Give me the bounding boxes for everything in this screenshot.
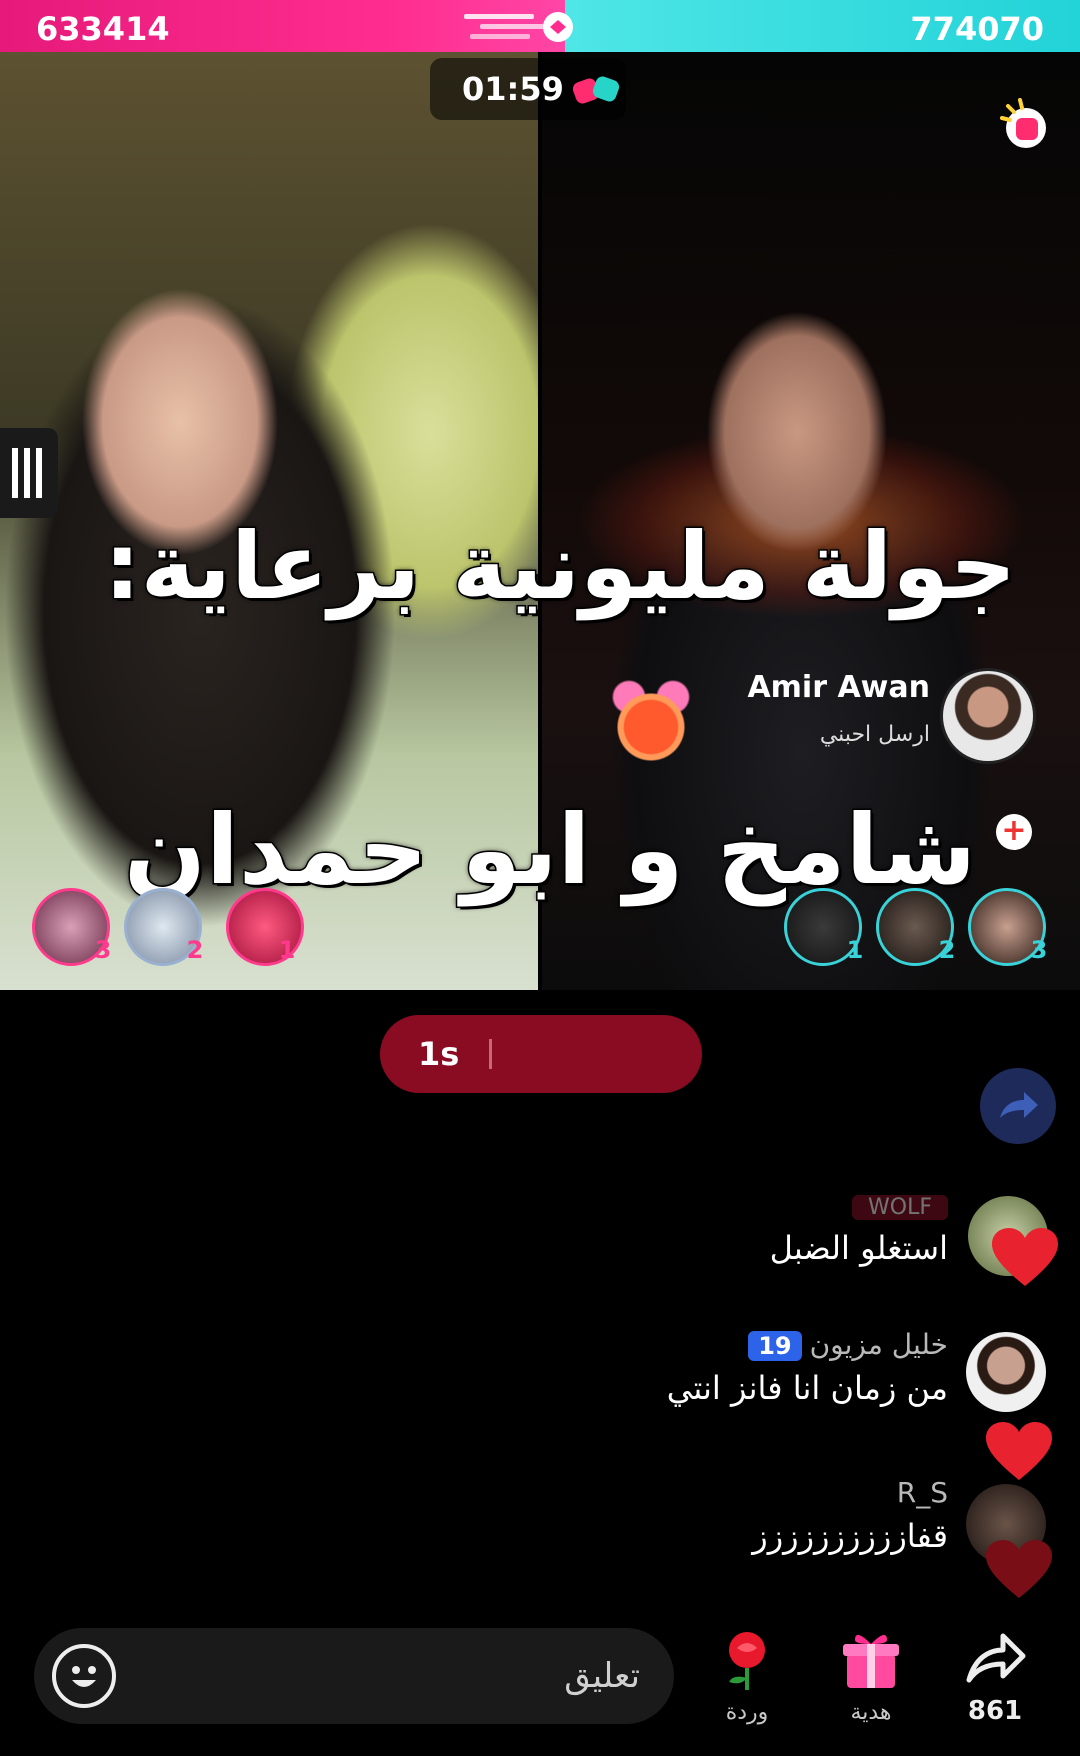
- gift-icon: [843, 1634, 899, 1688]
- left-supporter-rank: 1: [278, 936, 296, 964]
- right-supporter-rank: 2: [938, 936, 956, 964]
- right-supporter-rank: 1: [846, 936, 864, 964]
- comment-avatar[interactable]: [966, 1332, 1046, 1412]
- rose-icon: [729, 1632, 765, 1690]
- opponent-host-subtitle: ارسل احبني: [819, 722, 930, 747]
- opponent-host-avatar[interactable]: [940, 668, 1036, 764]
- emoji-icon[interactable]: [52, 1644, 116, 1708]
- booster-icon[interactable]: [996, 96, 1056, 156]
- comment-item: خليل مزيون19 من زمان انا فانز انتي: [667, 1328, 948, 1407]
- gift-label: هدية: [850, 1700, 892, 1725]
- right-score-segment: 774070: [565, 0, 1080, 52]
- rose-button[interactable]: وردة: [702, 1628, 792, 1725]
- right-supporter-rank: 3: [1030, 936, 1048, 964]
- comment-text: قفازززززززززز: [752, 1517, 948, 1555]
- heart-icon: [986, 1540, 1052, 1598]
- right-score: 774070: [910, 10, 1044, 48]
- left-supporter-rank: 2: [186, 936, 204, 964]
- result-separator: [489, 1039, 493, 1069]
- share-icon: [966, 1633, 1026, 1683]
- rose-label: وردة: [725, 1700, 769, 1725]
- left-supporter-rank: 3: [94, 936, 112, 964]
- vs-gloves-icon: [572, 76, 620, 104]
- left-score: 633414: [36, 10, 170, 48]
- comment-name: R_S: [896, 1476, 948, 1509]
- overlay-caption-line1: جولة مليونية برعاية:: [102, 512, 1017, 622]
- comment-name: خليل مزيون: [809, 1328, 948, 1361]
- timer-text: 01:59: [462, 70, 564, 108]
- battle-result-pill: 1s: [380, 1015, 702, 1093]
- heart-icon: [992, 1228, 1058, 1286]
- opponent-host-name[interactable]: Amir Awan: [710, 670, 930, 705]
- level-badge: 19: [748, 1331, 802, 1361]
- heart-icon: [986, 1422, 1052, 1480]
- share-count: 861: [967, 1696, 1023, 1726]
- share-icon[interactable]: [980, 1068, 1056, 1144]
- result-label: 1s: [418, 1035, 460, 1073]
- share-button[interactable]: 861: [950, 1628, 1040, 1726]
- speed-streak-icon: [464, 12, 573, 42]
- comment-name: WOLF: [852, 1195, 948, 1220]
- sticker-graphic: [596, 672, 706, 772]
- comment-placeholder[interactable]: تعليق: [440, 1656, 640, 1696]
- gift-button[interactable]: هدية: [826, 1628, 916, 1725]
- comment-text: من زمان انا فانز انتي: [666, 1369, 948, 1407]
- mic-icon: [0, 428, 58, 518]
- comment-text: استغلو الضبل: [769, 1229, 948, 1267]
- comment-item: R_S قفازززززززززز: [752, 1476, 948, 1555]
- overlay-caption-line2: شامخ و ابو حمدان: [123, 793, 978, 908]
- comment-item: WOLF استغلو الضبل: [770, 1188, 948, 1267]
